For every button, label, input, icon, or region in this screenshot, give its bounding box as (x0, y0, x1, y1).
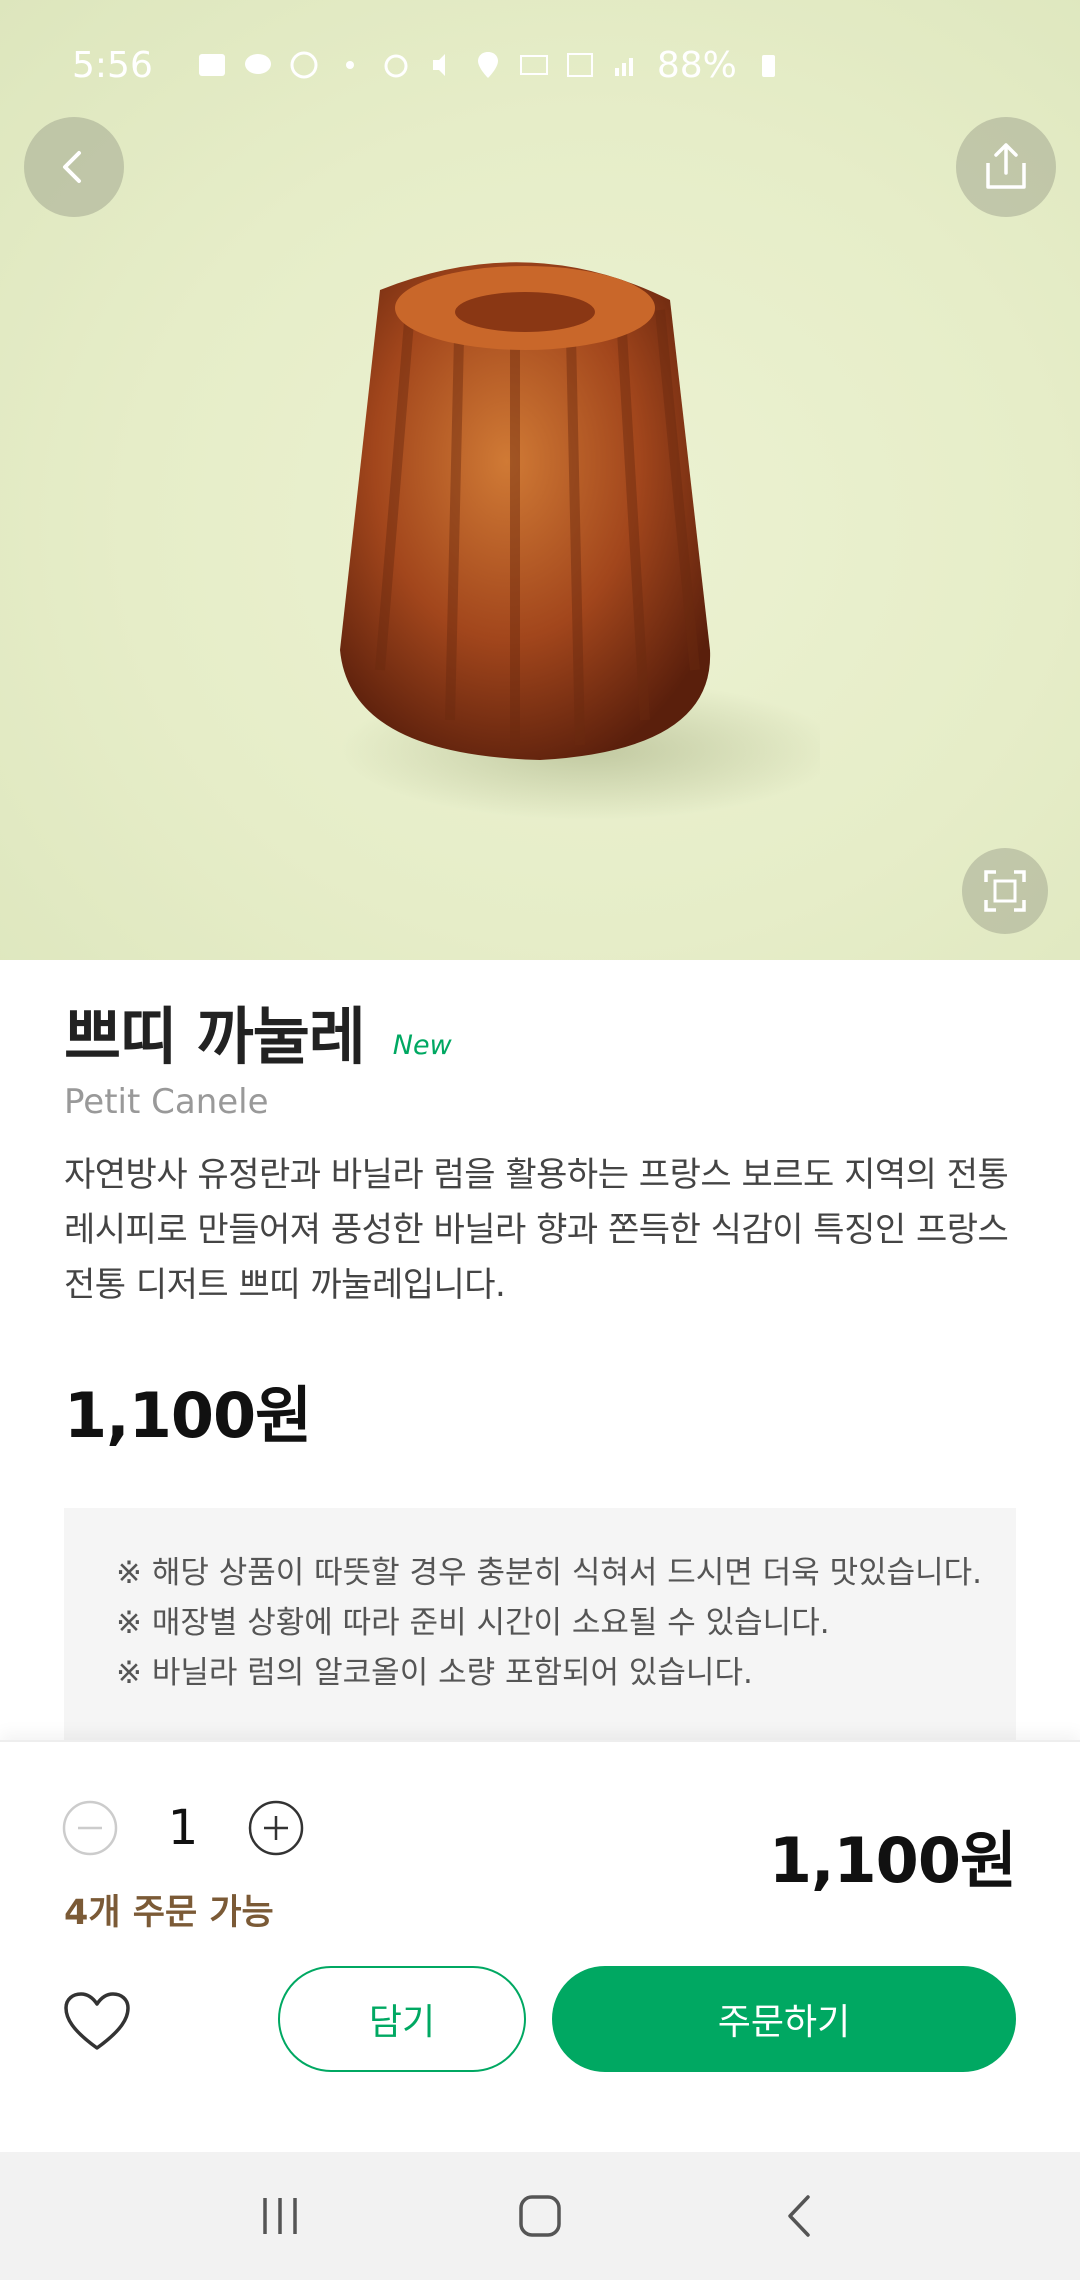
recent-apps-icon (263, 2198, 297, 2234)
increase-button[interactable] (248, 1800, 304, 1856)
notice-box: ※ 해당 상품이 따뜻할 경우 충분히 식혀서 드시면 더욱 맛있습니다. ※ … (64, 1508, 1016, 1748)
product-info: 쁘띠 까눌레 New Petit Canele 자연방사 유정란과 바닐라 럼을… (64, 1000, 1014, 1455)
recent-apps-button[interactable] (240, 2176, 320, 2256)
new-badge: New (392, 1030, 452, 1061)
alarm-icon (384, 54, 408, 78)
system-back-button[interactable] (760, 2176, 840, 2256)
mute-icon (432, 54, 445, 76)
hd-icon (519, 55, 548, 75)
share-button[interactable] (956, 117, 1056, 217)
signal-icon (614, 58, 633, 76)
home-icon (519, 2195, 561, 2237)
quantity-stepper: 1 (62, 1800, 304, 1856)
notice-line: ※ 바닐라 럼의 알코올이 소량 포함되어 있습니다. (116, 1655, 753, 1691)
location-icon (477, 52, 498, 78)
minus-circle-icon (62, 1800, 118, 1856)
status-icons: 88% (197, 45, 783, 86)
system-navigation-bar (0, 2152, 1080, 2280)
product-hero-image: 5:56 88% (0, 0, 1080, 960)
share-icon (986, 143, 1026, 189)
message-icon (244, 54, 271, 74)
total-price: 1,100원 (768, 1824, 1017, 1897)
notice-line: ※ 매장별 상황에 따라 준비 시간이 소요될 수 있습니다. (116, 1605, 830, 1641)
product-english-name: Petit Canele (64, 1082, 269, 1123)
network-5g-icon (566, 53, 593, 77)
product-title: 쁘띠 까눌레 (64, 1000, 366, 1073)
canele-image (340, 262, 820, 820)
status-bar: 5:56 88% (0, 0, 1080, 130)
heart-outline-icon[interactable] (62, 1990, 132, 2054)
fullscreen-button[interactable] (962, 848, 1048, 934)
chevron-left-icon (63, 151, 81, 183)
add-to-cart-button[interactable]: 담기 (278, 1966, 526, 2072)
available-quantity: 4개 주문 가능 (64, 1893, 274, 1933)
fullscreen-icon (984, 870, 1026, 912)
quantity-value: 1 (167, 1800, 199, 1856)
back-button[interactable] (24, 117, 124, 217)
notice-line: ※ 해당 상품이 따뜻할 경우 충분히 식혀서 드시면 더욱 맛있습니다. (116, 1555, 983, 1591)
gallery-icon (198, 54, 225, 76)
order-button[interactable]: 주문하기 (552, 1966, 1016, 2072)
battery-icon (761, 55, 775, 77)
starbucks-icon (290, 51, 318, 79)
decrease-button[interactable] (62, 1800, 118, 1856)
product-price: 1,100원 (64, 1379, 312, 1453)
status-time: 5:56 (72, 44, 153, 86)
product-description: 자연방사 유정란과 바닐라 럼을 활용하는 프랑스 보르도 지역의 전통 레시피… (64, 1155, 1009, 1306)
battery-percent: 88% (656, 44, 737, 86)
order-panel: 1 4개 주문 가능 1,100원 담기 주문하기 (0, 1740, 1080, 2152)
home-button[interactable] (500, 2176, 580, 2256)
dot-icon (345, 61, 354, 69)
plus-circle-icon (248, 1800, 304, 1856)
back-icon (788, 2195, 810, 2237)
